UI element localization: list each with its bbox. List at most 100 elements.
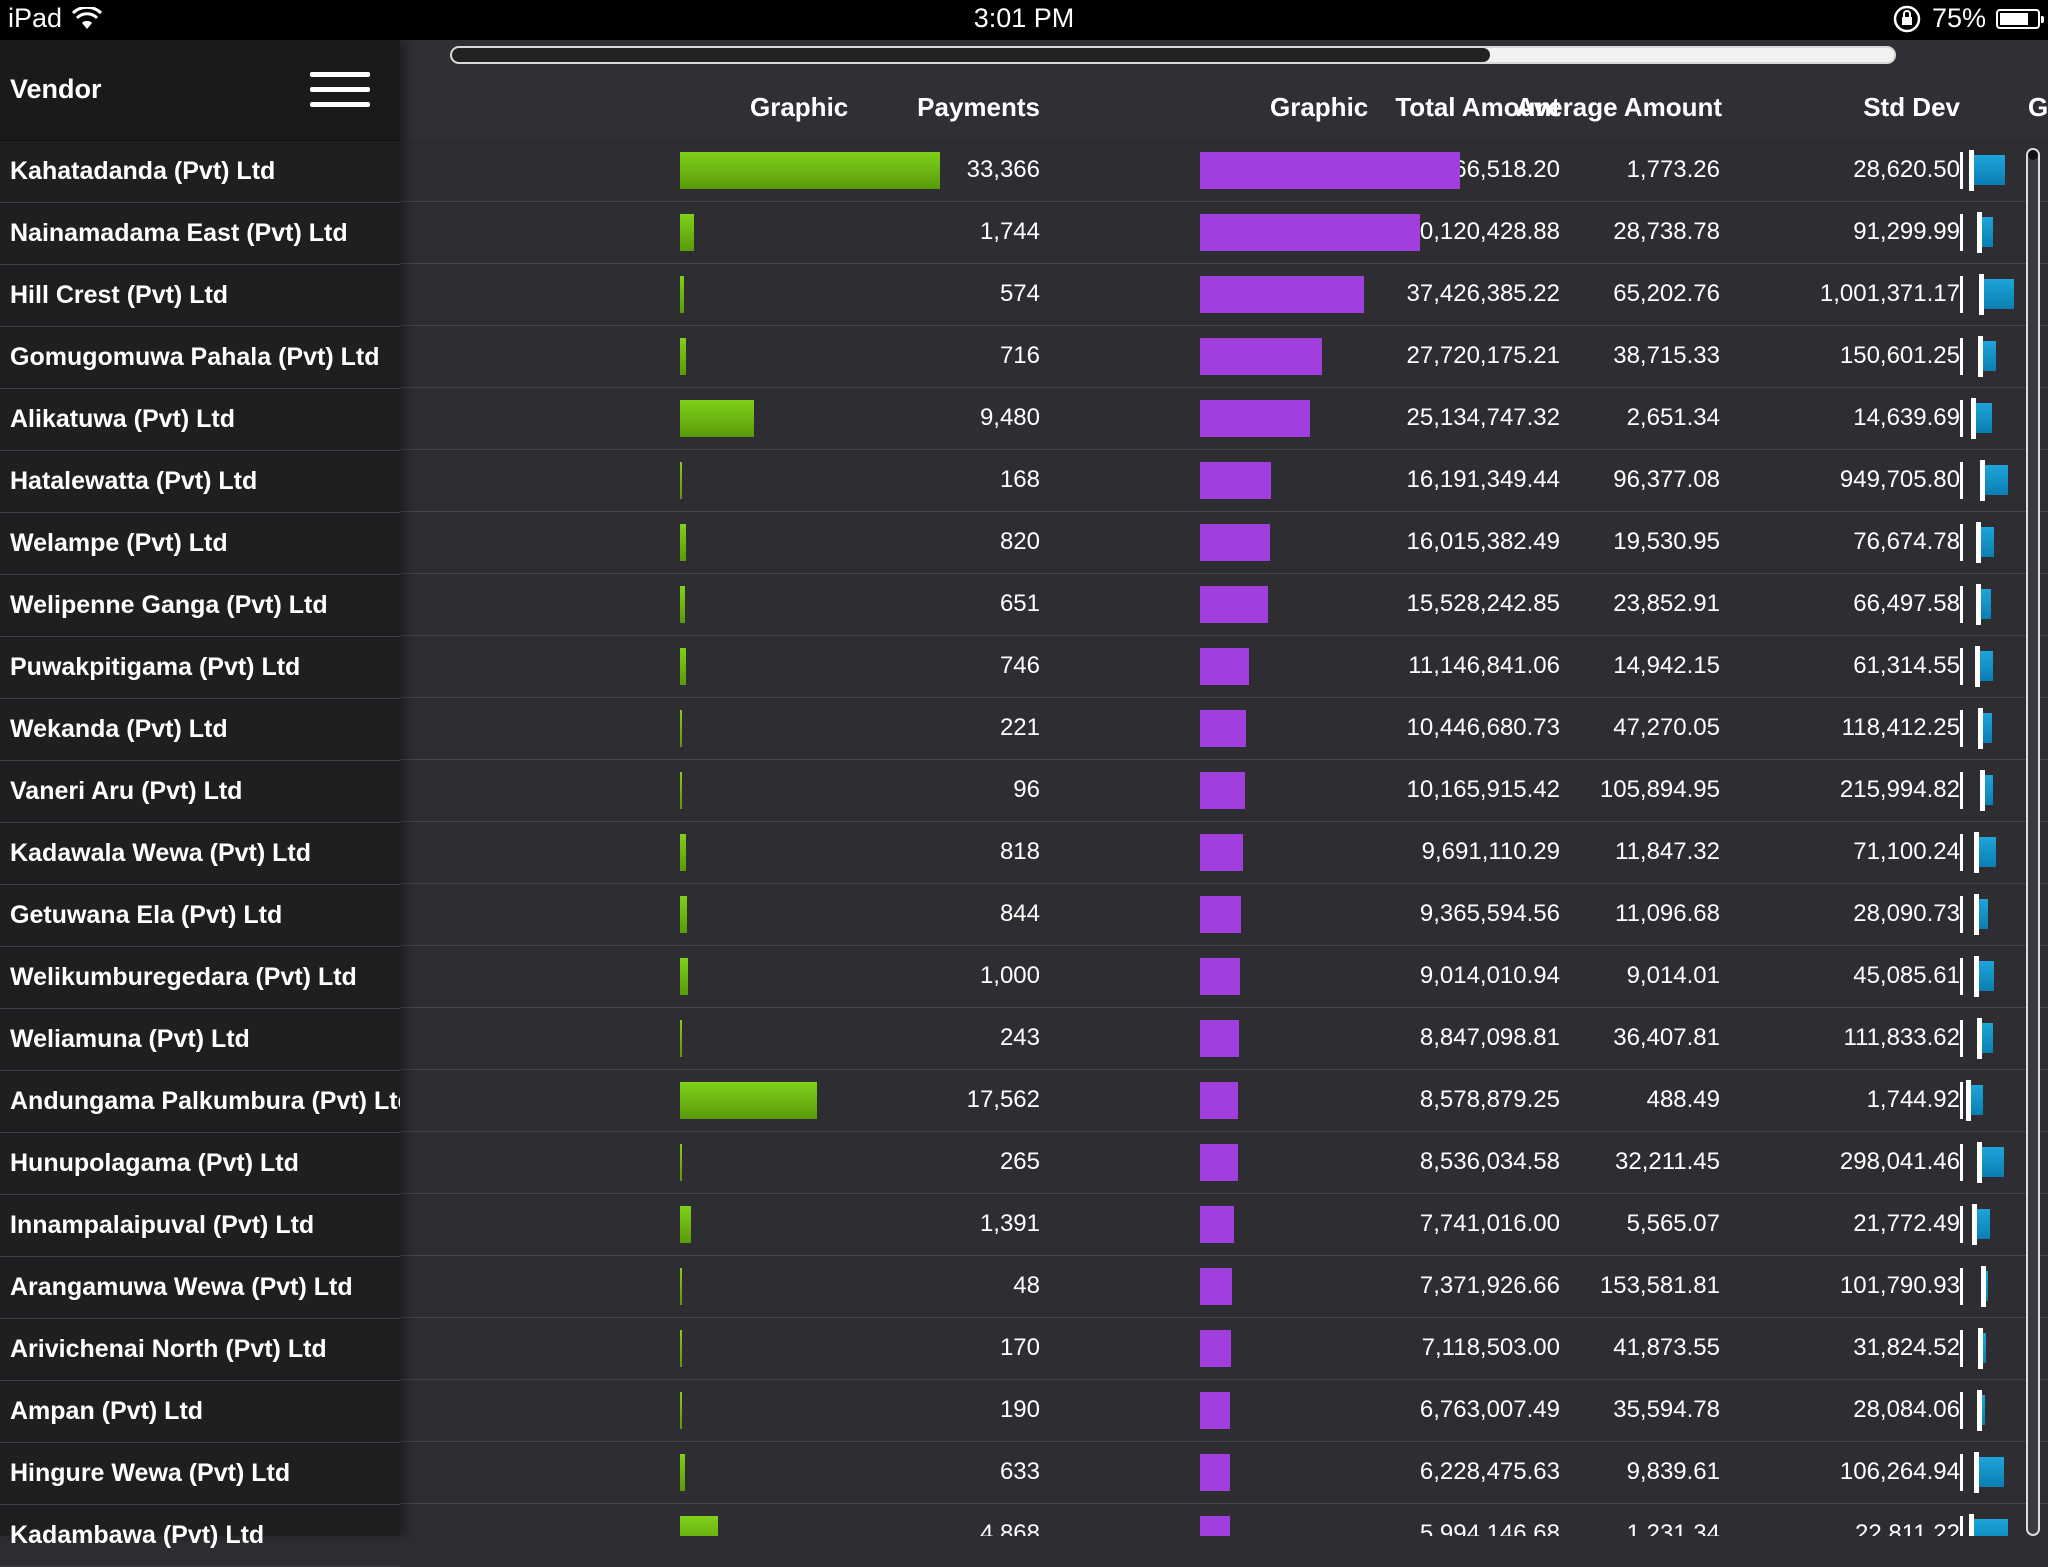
- table-row[interactable]: 243 8,847,098.81 36,407.81 111,833.62: [400, 1008, 2048, 1070]
- vertical-scrollbar[interactable]: [2026, 148, 2040, 1536]
- table-row[interactable]: 746 11,146,841.06 14,942.15 61,314.55: [400, 636, 2048, 698]
- vendor-row[interactable]: Kadawala Wewa (Pvt) Ltd: [0, 823, 400, 885]
- vertical-scroll-thumb[interactable]: [2028, 150, 2038, 160]
- std-dev-cell: 22,811.22: [1855, 1520, 1960, 1536]
- table-row[interactable]: 96 10,165,915.42 105,894.95 215,994.82: [400, 760, 2048, 822]
- average-marker: [1974, 956, 1979, 997]
- vendor-row[interactable]: Kahatadanda (Pvt) Ltd: [0, 141, 400, 203]
- header-payments[interactable]: Payments: [917, 92, 1040, 123]
- vendor-row[interactable]: Arivichenai North (Pvt) Ltd: [0, 1319, 400, 1381]
- vendor-row[interactable]: Hill Crest (Pvt) Ltd: [0, 265, 400, 327]
- total-amount-bar: [1200, 1268, 1232, 1305]
- payments-cell: 651: [999, 590, 1040, 617]
- payments-cell: 746: [999, 652, 1040, 679]
- table-row[interactable]: 9,480 25,134,747.32 2,651.34 14,639.69: [400, 388, 2048, 450]
- vendor-row[interactable]: Alikatuwa (Pvt) Ltd: [0, 389, 400, 451]
- average-amount-cell: 1,231.34: [1626, 1520, 1720, 1536]
- table-row[interactable]: 844 9,365,594.56 11,096.68 28,090.73: [400, 884, 2048, 946]
- total-amount-bar: [1200, 214, 1420, 251]
- vendor-row[interactable]: Innampalaipuval (Pvt) Ltd: [0, 1195, 400, 1257]
- table-row[interactable]: 170 7,118,503.00 41,873.55 31,824.52: [400, 1318, 2048, 1380]
- vendor-row[interactable]: Gomugomuwa Pahala (Pvt) Ltd: [0, 327, 400, 389]
- table-row[interactable]: 17,562 8,578,879.25 488.49 1,744.92: [400, 1070, 2048, 1132]
- total-amount-bar: [1200, 276, 1364, 313]
- table-row[interactable]: 820 16,015,382.49 19,530.95 76,674.78: [400, 512, 2048, 574]
- total-amount-cell: 7,371,926.66: [1419, 1272, 1560, 1299]
- std-dev-bar: [1969, 155, 2005, 185]
- table-row[interactable]: 221 10,446,680.73 47,270.05 118,412.25: [400, 698, 2048, 760]
- table-row[interactable]: 48 7,371,926.66 153,581.81 101,790.93: [400, 1256, 2048, 1318]
- std-dev-cell: 21,772.49: [1853, 1210, 1960, 1237]
- table-row[interactable]: 1,391 7,741,016.00 5,565.07 21,772.49: [400, 1194, 2048, 1256]
- total-amount-cell: 8,847,098.81: [1419, 1024, 1560, 1051]
- total-amount-cell: 37,426,385.22: [1406, 280, 1560, 307]
- horizontal-scrollbar[interactable]: [450, 46, 1896, 64]
- payments-bar: [680, 214, 694, 251]
- table-row[interactable]: 651 15,528,242.85 23,852.91 66,497.58: [400, 574, 2048, 636]
- vendor-row[interactable]: Nainamadama East (Pvt) Ltd: [0, 203, 400, 265]
- vendor-row[interactable]: Getuwana Ela (Pvt) Ltd: [0, 885, 400, 947]
- total-amount-bar: [1200, 834, 1243, 871]
- header-next-column[interactable]: G: [2028, 92, 2048, 123]
- vendor-row[interactable]: Welampe (Pvt) Ltd: [0, 513, 400, 575]
- vendor-row[interactable]: Weliamuna (Pvt) Ltd: [0, 1009, 400, 1071]
- table-row[interactable]: 4,868 5,994,146.68 1,231.34 22,811.22: [400, 1504, 2048, 1536]
- vendor-row[interactable]: Puwakpitigama (Pvt) Ltd: [0, 637, 400, 699]
- header-std-dev[interactable]: Std Dev: [1863, 92, 1960, 123]
- average-marker: [1969, 150, 1974, 191]
- std-dev-baseline: [1960, 1516, 1963, 1536]
- table-row[interactable]: 168 16,191,349.44 96,377.08 949,705.80: [400, 450, 2048, 512]
- payments-cell: 190: [999, 1396, 1040, 1423]
- average-amount-cell: 5,565.07: [1626, 1210, 1720, 1237]
- total-amount-cell: 15,528,242.85: [1406, 590, 1560, 617]
- vendor-row[interactable]: Hingure Wewa (Pvt) Ltd: [0, 1443, 400, 1505]
- table-row[interactable]: 190 6,763,007.49 35,594.78 28,084.06: [400, 1380, 2048, 1442]
- vendor-row[interactable]: Ampan (Pvt) Ltd: [0, 1381, 400, 1443]
- scroll-thumb[interactable]: [452, 48, 1491, 62]
- average-marker: [1981, 1266, 1986, 1307]
- payments-bar: [680, 772, 682, 809]
- total-amount-cell: 6,228,475.63: [1419, 1458, 1560, 1485]
- std-dev-cell: 111,833.62: [1843, 1024, 1960, 1051]
- table-row[interactable]: 33,366 59,166,518.20 1,773.26 28,620.50: [400, 140, 2048, 202]
- header-average-amount[interactable]: Average Amount: [1516, 92, 1722, 123]
- std-dev-baseline: [1960, 1020, 1963, 1057]
- table-row[interactable]: 818 9,691,110.29 11,847.32 71,100.24: [400, 822, 2048, 884]
- total-amount-cell: 8,578,879.25: [1419, 1086, 1560, 1113]
- payments-bar: [680, 834, 686, 871]
- payments-cell: 48: [1013, 1272, 1040, 1299]
- vendor-row[interactable]: Arangamuwa Wewa (Pvt) Ltd: [0, 1257, 400, 1319]
- std-dev-baseline: [1960, 648, 1963, 685]
- vendor-row[interactable]: Wekanda (Pvt) Ltd: [0, 699, 400, 761]
- menu-icon[interactable]: [310, 72, 370, 116]
- clock: 3:01 PM: [973, 3, 1075, 33]
- std-dev-baseline: [1960, 834, 1963, 871]
- table-row[interactable]: 716 27,720,175.21 38,715.33 150,601.25: [400, 326, 2048, 388]
- average-marker: [1976, 522, 1981, 563]
- header-graphic-total[interactable]: Graphic: [1270, 92, 1368, 123]
- table-row[interactable]: 1,744 50,120,428.88 28,738.78 91,299.99: [400, 202, 2048, 264]
- table-row[interactable]: 265 8,536,034.58 32,211.45 298,041.46: [400, 1132, 2048, 1194]
- payments-cell: 33,366: [966, 156, 1040, 183]
- battery-icon: [1996, 8, 2044, 29]
- table-row[interactable]: 633 6,228,475.63 9,839.61 106,264.94: [400, 1442, 2048, 1504]
- std-dev-baseline: [1960, 338, 1963, 375]
- std-dev-baseline: [1960, 586, 1963, 623]
- vendor-row[interactable]: Welipenne Ganga (Pvt) Ltd: [0, 575, 400, 637]
- table-row[interactable]: 574 37,426,385.22 65,202.76 1,001,371.17: [400, 264, 2048, 326]
- table-row[interactable]: 1,000 9,014,010.94 9,014.01 45,085.61: [400, 946, 2048, 1008]
- std-dev-cell: 298,041.46: [1839, 1148, 1960, 1175]
- vendor-row[interactable]: Hunupolagama (Pvt) Ltd: [0, 1133, 400, 1195]
- std-dev-baseline: [1960, 772, 1963, 809]
- vendor-row[interactable]: Welikumburegedara (Pvt) Ltd: [0, 947, 400, 1009]
- payments-bar: [680, 276, 684, 313]
- vendor-row[interactable]: Vaneri Aru (Pvt) Ltd: [0, 761, 400, 823]
- vendor-header: Vendor: [0, 40, 400, 141]
- vendor-row[interactable]: Hatalewatta (Pvt) Ltd: [0, 451, 400, 513]
- vendor-row[interactable]: Andungama Palkumbura (Pvt) Ltd: [0, 1071, 400, 1133]
- payments-cell: 633: [999, 1458, 1040, 1485]
- payments-cell: 9,480: [979, 404, 1040, 431]
- vendor-row[interactable]: Kadambawa (Pvt) Ltd: [0, 1505, 400, 1567]
- average-amount-cell: 488.49: [1646, 1086, 1720, 1113]
- header-graphic-payments[interactable]: Graphic: [750, 92, 848, 123]
